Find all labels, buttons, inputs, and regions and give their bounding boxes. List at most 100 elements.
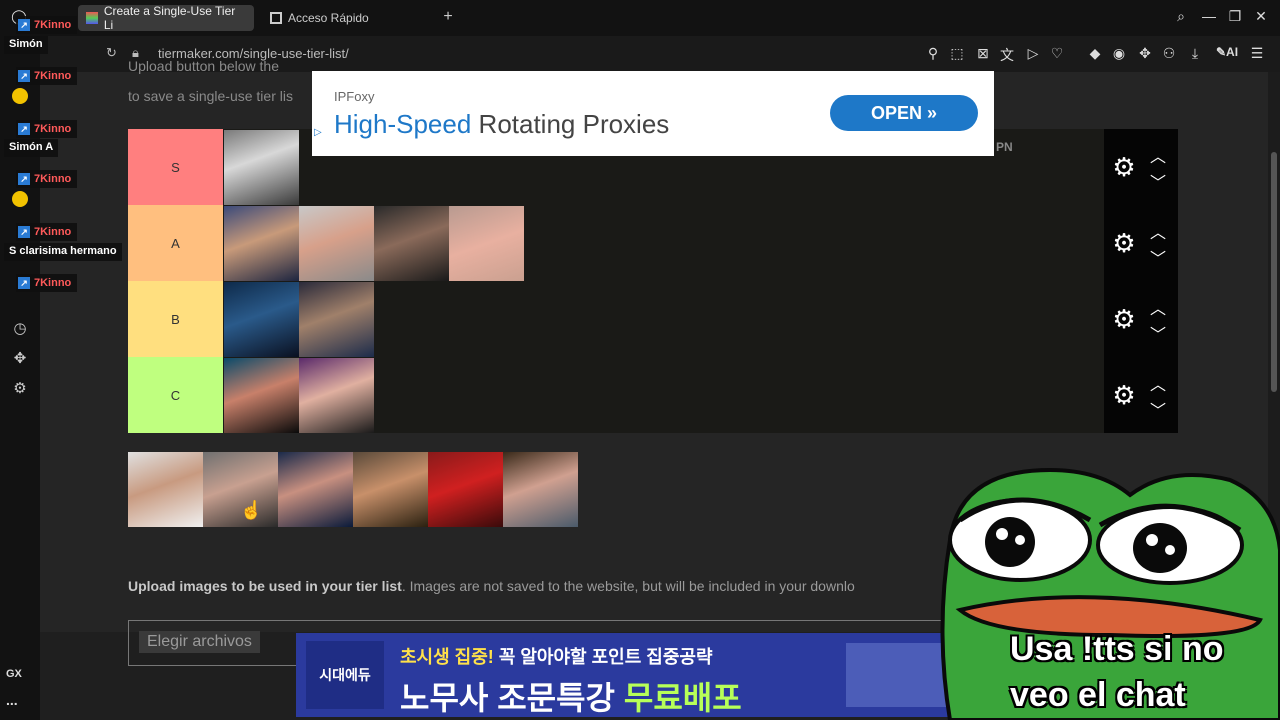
extensions-icon[interactable]: ✥	[9, 348, 31, 370]
chevron-up-icon[interactable]: ︿	[1150, 371, 1166, 395]
ad-banner-bottom[interactable]: 시대에듀 초시생 집중! 꼭 알아야할 포인트 집중공략 노무사 조문특강 무료…	[296, 633, 960, 717]
tier-item-image[interactable]	[224, 358, 299, 433]
chat-username-text: 7Kinno	[34, 226, 72, 238]
overlay-caption-line1: Usa !tts si no	[1010, 630, 1224, 668]
chat-username: ↗ 7Kinno	[16, 16, 78, 34]
close-icon[interactable]: ✕	[1252, 8, 1270, 25]
tab-active[interactable]: Create a Single-Use Tier Li	[78, 4, 254, 32]
intro-text-line2: to save a single-use tier lis	[128, 88, 293, 104]
chat-badge-icon: ↗	[18, 173, 30, 185]
ad-line1-rest: 꼭 알아야할 포인트 집중공략	[493, 647, 713, 667]
tier-label-text: A	[171, 235, 180, 251]
tier-label[interactable]: S	[128, 129, 223, 205]
unranked-item-image[interactable]	[503, 452, 578, 527]
more-icon[interactable]: ...	[6, 692, 18, 708]
gear-icon[interactable]: ⚙	[1110, 381, 1138, 409]
ad-banner-top[interactable]: IPFoxy High-Speed Rotating Proxies OPEN …	[312, 71, 994, 156]
tier-controls: ⚙ ︿ ﹀	[1104, 129, 1178, 205]
tier-item-image[interactable]	[299, 358, 374, 433]
gear-icon[interactable]: ⚙	[1110, 305, 1138, 333]
adchoices-icon[interactable]: ▷	[314, 127, 322, 138]
ad-line2-main: 노무사 조문특강	[400, 680, 624, 716]
play-icon[interactable]: ▷	[1024, 45, 1042, 62]
download-icon[interactable]: ⤓	[1186, 45, 1204, 62]
chat-message: S clarisima hermano	[4, 243, 122, 261]
ad-line1-highlight: 초시생 집중!	[400, 647, 494, 667]
ad-line2-highlight: 무료배포	[623, 680, 742, 716]
scrollbar-thumb[interactable]	[1271, 152, 1277, 392]
chevron-up-icon[interactable]: ︿	[1150, 295, 1166, 319]
chat-username: ↗ 7Kinno	[16, 274, 78, 292]
tier-item-image[interactable]	[224, 130, 299, 205]
tier-controls: ⚙ ︿ ﹀	[1104, 357, 1178, 433]
gear-icon[interactable]: ⚙	[1110, 229, 1138, 257]
tier-item-image[interactable]	[299, 282, 374, 357]
ai-icon[interactable]: ✎AI	[1212, 45, 1242, 59]
gx-label[interactable]: GX	[6, 668, 22, 680]
profile-icon[interactable]: ⚇	[1160, 45, 1178, 62]
chat-username: ↗ 7Kinno	[16, 120, 78, 138]
chat-badge-icon: ↗	[18, 70, 30, 82]
chat-message: Simón	[4, 36, 48, 54]
adblock-icon[interactable]: ⊠	[974, 45, 992, 62]
heart-icon[interactable]: ♡	[1048, 45, 1066, 62]
unranked-item-image[interactable]	[128, 452, 203, 527]
tier-item-image[interactable]	[449, 206, 524, 281]
tier-item-image[interactable]	[374, 206, 449, 281]
intro-text-line1: Upload button below the	[128, 58, 279, 74]
ad-headline: High-Speed Rotating Proxies	[334, 109, 669, 140]
upload-desc: . Images are not saved to the website, b…	[401, 578, 855, 594]
tab-quick-access[interactable]: Acceso Rápido	[262, 5, 432, 31]
gear-icon[interactable]: ⚙	[1110, 153, 1138, 181]
upload-heading: Upload images to be used in your tier li…	[128, 578, 855, 594]
chat-username: ↗ 7Kinno	[16, 67, 78, 85]
ad-open-button[interactable]: OPEN »	[830, 95, 978, 131]
emote-icon	[12, 88, 28, 104]
tier-controls: ⚙ ︿ ﹀	[1104, 281, 1178, 357]
minimize-icon[interactable]: —	[1200, 8, 1218, 24]
tier-item-image[interactable]	[299, 206, 374, 281]
history-icon[interactable]: ◷	[9, 318, 31, 340]
unranked-item-image[interactable]	[278, 452, 353, 527]
snapshot-icon[interactable]: ⬚	[948, 45, 966, 62]
search-ext-icon[interactable]: ◉	[1110, 45, 1128, 62]
puzzle-icon[interactable]: ✥	[1136, 45, 1154, 62]
unranked-item-image[interactable]	[428, 452, 503, 527]
overlay-caption-line2: veo el chat	[1010, 676, 1186, 714]
chevron-up-icon[interactable]: ︿	[1150, 143, 1166, 167]
upload-title: Upload images to be used in your tier li…	[128, 578, 402, 594]
settings-icon[interactable]: ⚙	[9, 378, 31, 400]
chevron-down-icon[interactable]: ﹀	[1150, 321, 1166, 345]
ad-logo: 시대에듀	[306, 641, 384, 709]
ad-brand: IPFoxy	[334, 89, 375, 104]
new-tab-icon[interactable]: +	[438, 8, 458, 26]
search-icon[interactable]: ⌕	[1172, 8, 1190, 25]
tier-controls: ⚙ ︿ ﹀	[1104, 205, 1178, 281]
chevron-down-icon[interactable]: ﹀	[1150, 245, 1166, 269]
tier-label[interactable]: B	[128, 281, 223, 357]
chevron-up-icon[interactable]: ︿	[1150, 219, 1166, 243]
tier-item-image[interactable]	[224, 282, 299, 357]
ad-headline-rest: Rotating Proxies	[471, 109, 670, 139]
reload-icon[interactable]: ↻	[106, 45, 117, 61]
extension-icon[interactable]: ◆	[1086, 45, 1104, 62]
chevron-down-icon[interactable]: ﹀	[1150, 169, 1166, 193]
hand-cursor-icon: ☝	[240, 500, 263, 520]
unranked-item-image[interactable]	[353, 452, 428, 527]
menu-icon[interactable]: ☰	[1248, 45, 1266, 62]
tiermaker-favicon-icon	[86, 12, 98, 24]
tier-item-image[interactable]	[224, 206, 299, 281]
translate-icon[interactable]: 文	[998, 45, 1016, 65]
chevron-down-icon[interactable]: ﹀	[1150, 397, 1166, 421]
maximize-icon[interactable]: ❐	[1226, 8, 1244, 25]
chat-username: ↗ 7Kinno	[16, 170, 78, 188]
tier-label[interactable]: C	[128, 357, 223, 433]
tier-label-text: S	[171, 159, 180, 175]
pin-icon[interactable]: ⚲	[924, 45, 942, 62]
tab-label: Create a Single-Use Tier Li	[103, 4, 236, 32]
chat-badge-icon: ↗	[18, 123, 30, 135]
chat-message: Simón A	[4, 139, 59, 157]
tier-label[interactable]: A	[128, 205, 223, 281]
choose-files-button[interactable]: Elegir archivos	[139, 631, 260, 653]
tier-label-text: C	[170, 387, 181, 403]
